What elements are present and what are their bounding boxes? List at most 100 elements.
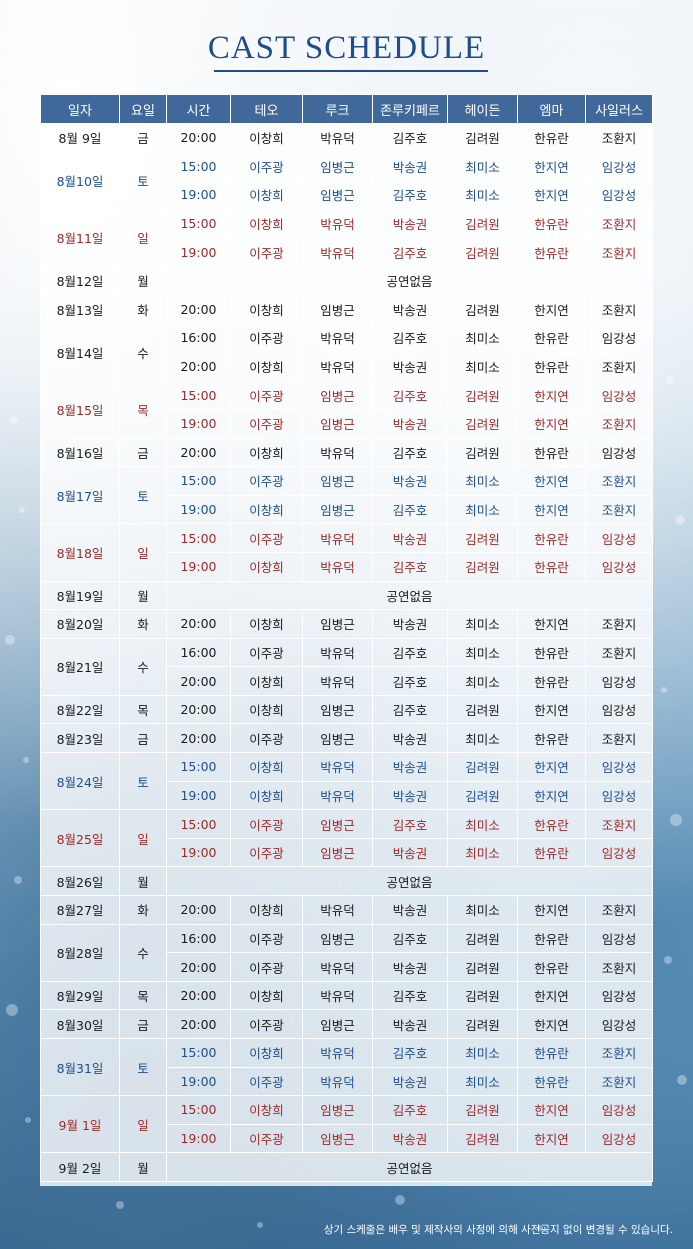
cast-cell-luke: 박유덕: [302, 1066, 373, 1097]
cast-cell-theo: 이주광: [230, 237, 303, 267]
date-cell: 8월 9일: [40, 123, 120, 153]
cast-cell-hayden: 김려원: [447, 123, 518, 153]
cast-cell-silas: 임강성: [585, 151, 653, 182]
cast-cell-hayden: 최미소: [447, 666, 518, 696]
schedule-row: 8월21일 수 16:00 이주광 박유덕 김주호 최미소 한유란 조환지: [40, 637, 653, 696]
time-cell: 20:00: [166, 1009, 231, 1039]
cast-cell-theo: 이주광: [230, 723, 303, 754]
weekday-cell: 수: [119, 323, 167, 382]
cast-cell-theo: 이창희: [230, 208, 303, 239]
time-cell: 19:00: [166, 551, 231, 582]
cast-cell-hayden: 김려원: [447, 380, 518, 410]
cast-cell-luke: 임병근: [302, 151, 373, 182]
weekday-cell: 수: [119, 923, 167, 982]
header-date: 일자: [40, 94, 120, 124]
cast-cell-luke: 박유덕: [302, 752, 373, 782]
cast-cell-luke: 임병근: [302, 494, 373, 525]
time-cell: 19:00: [166, 1123, 231, 1154]
schedule-row: 8월15일 목 15:00 이주광 임병근 김주호 김려원 한지연 임강성: [40, 380, 653, 439]
date-cell: 8월18일: [40, 523, 120, 582]
cast-cell-theo: 이창희: [230, 895, 303, 925]
cast-cell-john-lucifer: 김주호: [372, 1095, 448, 1125]
cast-cell-theo: 이주광: [230, 1123, 303, 1154]
time-cell: 20:00: [166, 437, 231, 468]
header-row: 일자 요일 시간 테오 루크 존루키페르 헤이든 엠마 사일러스: [40, 94, 653, 124]
cast-cell-john-lucifer: 김주호: [372, 980, 448, 1011]
cast-cell-john-lucifer: 박송권: [372, 752, 448, 782]
cast-cell-theo: 이창희: [230, 180, 303, 210]
cast-cell-emma: 한유란: [517, 809, 586, 839]
date-cell: 8월21일: [40, 637, 120, 696]
weekday-cell: 토: [119, 1037, 167, 1097]
cast-cell-hayden: 최미소: [447, 609, 518, 639]
cast-cell-emma: 한유란: [517, 952, 586, 982]
cast-cell-theo: 이주광: [230, 1009, 303, 1039]
cast-cell-luke: 임병근: [302, 723, 373, 754]
time-cell: 15:00: [166, 809, 231, 839]
weekday-cell: 화: [119, 609, 167, 639]
cast-cell-theo: 이주광: [230, 1066, 303, 1097]
cast-cell-john-lucifer: 박송권: [372, 723, 448, 754]
schedule-row: 8월30일 금 20:00 이주광 임병근 박송권 김려원 한지연 임강성: [40, 1009, 653, 1039]
cast-cell-john-lucifer: 김주호: [372, 694, 448, 725]
cast-cell-john-lucifer: 김주호: [372, 1038, 448, 1068]
cast-cell-theo: 이창희: [230, 980, 303, 1011]
time-cell: 15:00: [166, 208, 231, 239]
cast-cell-luke: 박유덕: [302, 351, 373, 382]
cast-cell-john-lucifer: 김주호: [372, 123, 448, 153]
cast-cell-luke: 박유덕: [302, 208, 373, 239]
cast-cell-hayden: 최미소: [447, 151, 518, 182]
cast-cell-hayden: 김려원: [447, 1123, 518, 1154]
date-cell: 8월10일: [40, 151, 120, 210]
cast-cell-theo: 이주광: [230, 151, 303, 182]
cast-cell-john-lucifer: 박송권: [372, 151, 448, 182]
cast-cell-emma: 한유란: [517, 637, 586, 668]
weekday-cell: 금: [119, 437, 167, 468]
cast-cell-silas: 임강성: [585, 752, 653, 782]
time-cell: 20:00: [166, 980, 231, 1011]
cast-cell-theo: 이주광: [230, 809, 303, 839]
cast-cell-silas: 조환지: [585, 351, 653, 382]
cast-cell-john-lucifer: 박송권: [372, 294, 448, 325]
cast-cell-emma: 한유란: [517, 923, 586, 954]
time-cell: 20:00: [166, 694, 231, 725]
time-cell: 15:00: [166, 752, 231, 782]
cast-cell-john-lucifer: 박송권: [372, 208, 448, 239]
cast-cell-theo: 이주광: [230, 837, 303, 868]
cast-cell-hayden: 김려원: [447, 980, 518, 1011]
weekday-cell: 월: [119, 1152, 167, 1182]
cast-cell-silas: 조환지: [585, 466, 653, 496]
cast-schedule-table: 일자 요일 시간 테오 루크 존루키페르 헤이든 엠마 사일러스 8월 9일 금 2…: [40, 94, 653, 1182]
schedule-row-no-show: 8월19일 월 공연없음: [40, 580, 653, 611]
date-cell: 8월29일: [40, 980, 120, 1011]
cast-cell-hayden: 최미소: [447, 895, 518, 925]
cast-cell-silas: 조환지: [585, 1066, 653, 1097]
time-cell: 15:00: [166, 1038, 231, 1068]
time-cell: 20:00: [166, 123, 231, 153]
cast-cell-luke: 박유덕: [302, 237, 373, 267]
weekday-cell: 일: [119, 809, 167, 868]
cast-cell-luke: 박유덕: [302, 637, 373, 668]
cast-cell-emma: 한유란: [517, 1066, 586, 1097]
cast-cell-hayden: 최미소: [447, 351, 518, 382]
cast-cell-john-lucifer: 박송권: [372, 408, 448, 439]
schedule-row-no-show: 8월26일 월 공연없음: [40, 866, 653, 897]
weekday-cell: 토: [119, 151, 167, 210]
cast-cell-hayden: 최미소: [447, 323, 518, 353]
cast-cell-silas: 조환지: [585, 952, 653, 982]
schedule-row: 8월29일 목 20:00 이창희 박유덕 김주호 김려원 한지연 임강성: [40, 980, 653, 1011]
cast-cell-emma: 한유란: [517, 723, 586, 754]
cast-cell-luke: 임병근: [302, 837, 373, 868]
cast-cell-john-lucifer: 김주호: [372, 437, 448, 468]
cast-cell-emma: 한지연: [517, 752, 586, 782]
schedule-row: 8월20일 화 20:00 이창희 임병근 박송권 최미소 한지연 조환지: [40, 609, 653, 639]
cast-cell-luke: 박유덕: [302, 895, 373, 925]
schedule-row: 8월14일 수 16:00 이주광 박유덕 김주호 최미소 한유란 임강성: [40, 323, 653, 382]
cast-cell-theo: 이주광: [230, 523, 303, 553]
cast-cell-emma: 한지연: [517, 694, 586, 725]
cast-cell-luke: 박유덕: [302, 523, 373, 553]
time-cell: 20:00: [166, 351, 231, 382]
date-cell: 8월26일: [40, 866, 120, 897]
page-title: CAST SCHEDULE: [207, 30, 486, 66]
cast-cell-john-lucifer: 김주호: [372, 180, 448, 210]
